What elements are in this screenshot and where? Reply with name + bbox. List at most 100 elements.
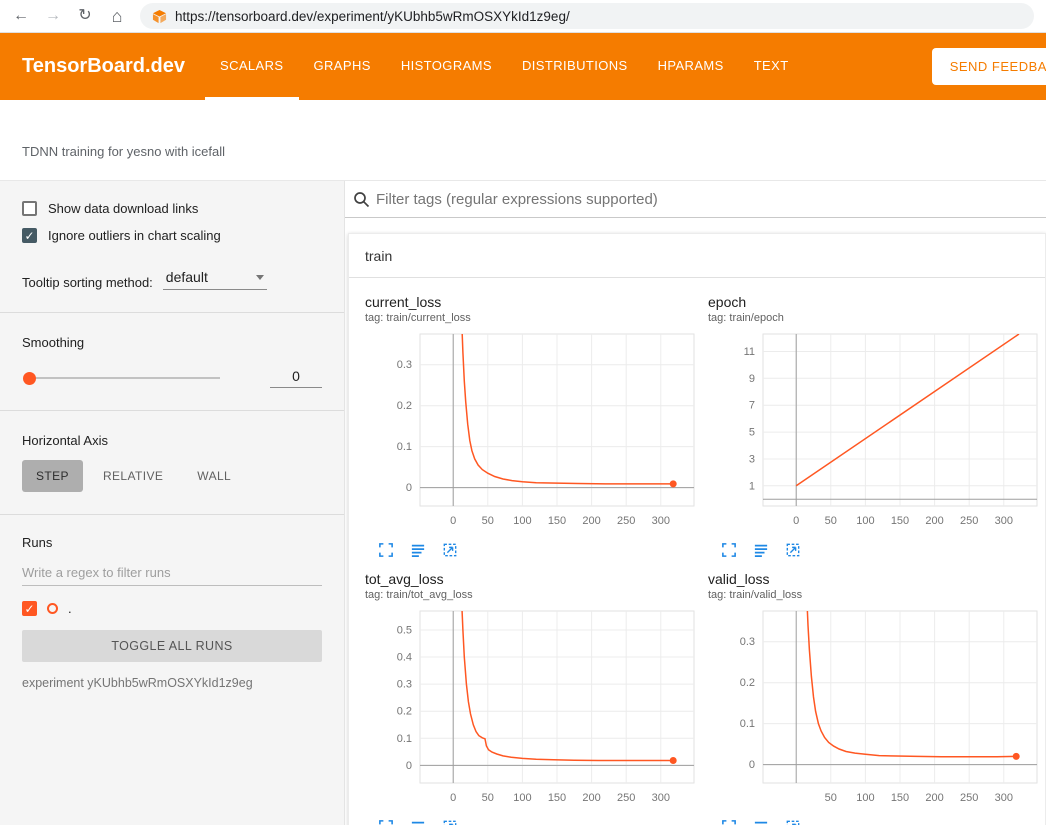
fit-domain-icon[interactable] <box>443 543 457 557</box>
axis-step-button[interactable]: STEP <box>22 460 83 492</box>
data-lines-icon[interactable] <box>411 543 425 557</box>
svg-text:200: 200 <box>925 792 943 804</box>
tab-hparams[interactable]: HPARAMS <box>643 33 739 100</box>
tab-histograms[interactable]: HISTOGRAMS <box>386 33 507 100</box>
data-lines-icon[interactable] <box>754 543 768 557</box>
chart-canvas-epoch[interactable]: 0501001502002503001357911 <box>708 328 1045 539</box>
fullscreen-icon[interactable] <box>722 820 736 825</box>
tab-graphs[interactable]: GRAPHS <box>299 33 386 100</box>
svg-text:0.4: 0.4 <box>397 652 412 664</box>
show-download-links-label: Show data download links <box>48 201 198 216</box>
svg-text:100: 100 <box>513 792 531 804</box>
smoothing-value-input[interactable] <box>270 368 322 388</box>
charts-grid: current_loss tag: train/current_loss 050… <box>349 278 1045 825</box>
chart-canvas-valid-loss[interactable]: 5010015020025030000.10.20.3 <box>708 605 1045 816</box>
tab-distributions[interactable]: DISTRIBUTIONS <box>507 33 643 100</box>
data-lines-icon[interactable] <box>754 820 768 825</box>
run-checkbox[interactable] <box>22 601 37 616</box>
fullscreen-icon[interactable] <box>379 543 393 557</box>
chart-card-valid-loss: valid_loss tag: train/valid_loss 5010015… <box>708 571 1045 825</box>
chart-card-current-loss: current_loss tag: train/current_loss 050… <box>365 294 702 557</box>
send-feedback-button[interactable]: SEND FEEDBACK <box>932 48 1046 85</box>
tag-filter-bar <box>345 181 1046 218</box>
chart-title: tot_avg_loss <box>365 571 702 587</box>
tooltip-sorting-select[interactable]: default <box>163 269 267 290</box>
run-color-swatch <box>47 603 58 614</box>
search-icon <box>353 191 370 208</box>
svg-text:1: 1 <box>749 480 755 492</box>
settings-sidebar: Show data download links Ignore outliers… <box>0 181 345 825</box>
ignore-outliers-checkbox[interactable] <box>22 228 37 243</box>
axis-relative-button[interactable]: RELATIVE <box>89 460 177 492</box>
address-bar[interactable]: https://tensorboard.dev/experiment/yKUbh… <box>140 3 1034 29</box>
chart-card-epoch: epoch tag: train/epoch 05010015020025030… <box>708 294 1045 557</box>
app-header: TensorBoard.dev SCALARS GRAPHS HISTOGRAM… <box>0 33 1046 100</box>
svg-text:0: 0 <box>793 515 799 527</box>
fit-domain-icon[interactable] <box>786 820 800 825</box>
fullscreen-icon[interactable] <box>722 543 736 557</box>
divider <box>0 312 344 313</box>
chart-canvas-current-loss[interactable]: 05010015020025030000.10.20.3 <box>365 328 702 539</box>
svg-text:0: 0 <box>406 482 412 494</box>
tab-scalars[interactable]: SCALARS <box>205 33 299 100</box>
smoothing-slider-thumb[interactable] <box>23 372 36 385</box>
horizontal-axis-label: Horizontal Axis <box>22 433 322 448</box>
runs-filter-input[interactable] <box>22 560 322 586</box>
svg-text:0.2: 0.2 <box>397 706 412 718</box>
svg-text:200: 200 <box>582 515 600 527</box>
refresh-icon[interactable]: ↻ <box>76 8 94 24</box>
chart-title: valid_loss <box>708 571 1045 587</box>
back-icon[interactable]: ← <box>12 8 30 24</box>
content-area: Show data download links Ignore outliers… <box>0 180 1046 825</box>
svg-text:150: 150 <box>891 515 909 527</box>
svg-text:300: 300 <box>995 515 1013 527</box>
axis-wall-button[interactable]: WALL <box>183 460 245 492</box>
tooltip-sorting-label: Tooltip sorting method: <box>22 275 153 290</box>
chart-tag: tag: train/valid_loss <box>708 589 1045 601</box>
svg-text:150: 150 <box>548 515 566 527</box>
train-section-header[interactable]: train <box>349 234 1045 278</box>
toggle-all-runs-button[interactable]: TOGGLE ALL RUNS <box>22 630 322 662</box>
svg-text:0.3: 0.3 <box>397 359 412 371</box>
home-icon[interactable]: ⌂ <box>108 7 126 25</box>
svg-text:0: 0 <box>450 792 456 804</box>
tag-filter-input[interactable] <box>376 191 1038 208</box>
svg-text:100: 100 <box>856 792 874 804</box>
chart-toolbar <box>365 820 702 825</box>
svg-text:3: 3 <box>749 454 755 466</box>
nav-tabs: SCALARS GRAPHS HISTOGRAMS DISTRIBUTIONS … <box>205 33 804 100</box>
tooltip-sorting-value: default <box>166 269 208 285</box>
svg-text:150: 150 <box>891 792 909 804</box>
main-panel: train current_loss tag: train/current_lo… <box>345 181 1046 825</box>
tab-text[interactable]: TEXT <box>739 33 804 100</box>
smoothing-slider[interactable] <box>25 377 220 379</box>
svg-text:150: 150 <box>548 792 566 804</box>
section-title: train <box>365 248 392 264</box>
svg-text:250: 250 <box>617 515 635 527</box>
svg-text:0.1: 0.1 <box>397 441 412 453</box>
horizontal-axis-options: STEP RELATIVE WALL <box>22 460 322 492</box>
svg-text:0.1: 0.1 <box>740 718 755 730</box>
chart-canvas-tot-avg-loss[interactable]: 05010015020025030000.10.20.30.40.5 <box>365 605 702 816</box>
data-lines-icon[interactable] <box>411 820 425 825</box>
chart-toolbar <box>708 543 1045 557</box>
fit-domain-icon[interactable] <box>786 543 800 557</box>
svg-text:0.3: 0.3 <box>397 679 412 691</box>
experiment-description-bar: TDNN training for yesno with icefall <box>0 100 1046 180</box>
fullscreen-icon[interactable] <box>379 820 393 825</box>
chart-tag: tag: train/tot_avg_loss <box>365 589 702 601</box>
runs-label: Runs <box>22 535 322 550</box>
svg-text:50: 50 <box>825 515 837 527</box>
svg-text:0: 0 <box>406 760 412 772</box>
svg-text:9: 9 <box>749 373 755 385</box>
svg-text:0.2: 0.2 <box>397 400 412 412</box>
fit-domain-icon[interactable] <box>443 820 457 825</box>
chart-toolbar <box>708 820 1045 825</box>
svg-text:0.2: 0.2 <box>740 677 755 689</box>
svg-text:0.3: 0.3 <box>740 636 755 648</box>
svg-text:0: 0 <box>749 759 755 771</box>
forward-icon[interactable]: → <box>44 8 62 24</box>
show-download-links-checkbox[interactable] <box>22 201 37 216</box>
svg-text:250: 250 <box>617 792 635 804</box>
chart-card-tot-avg-loss: tot_avg_loss tag: train/tot_avg_loss 050… <box>365 571 702 825</box>
